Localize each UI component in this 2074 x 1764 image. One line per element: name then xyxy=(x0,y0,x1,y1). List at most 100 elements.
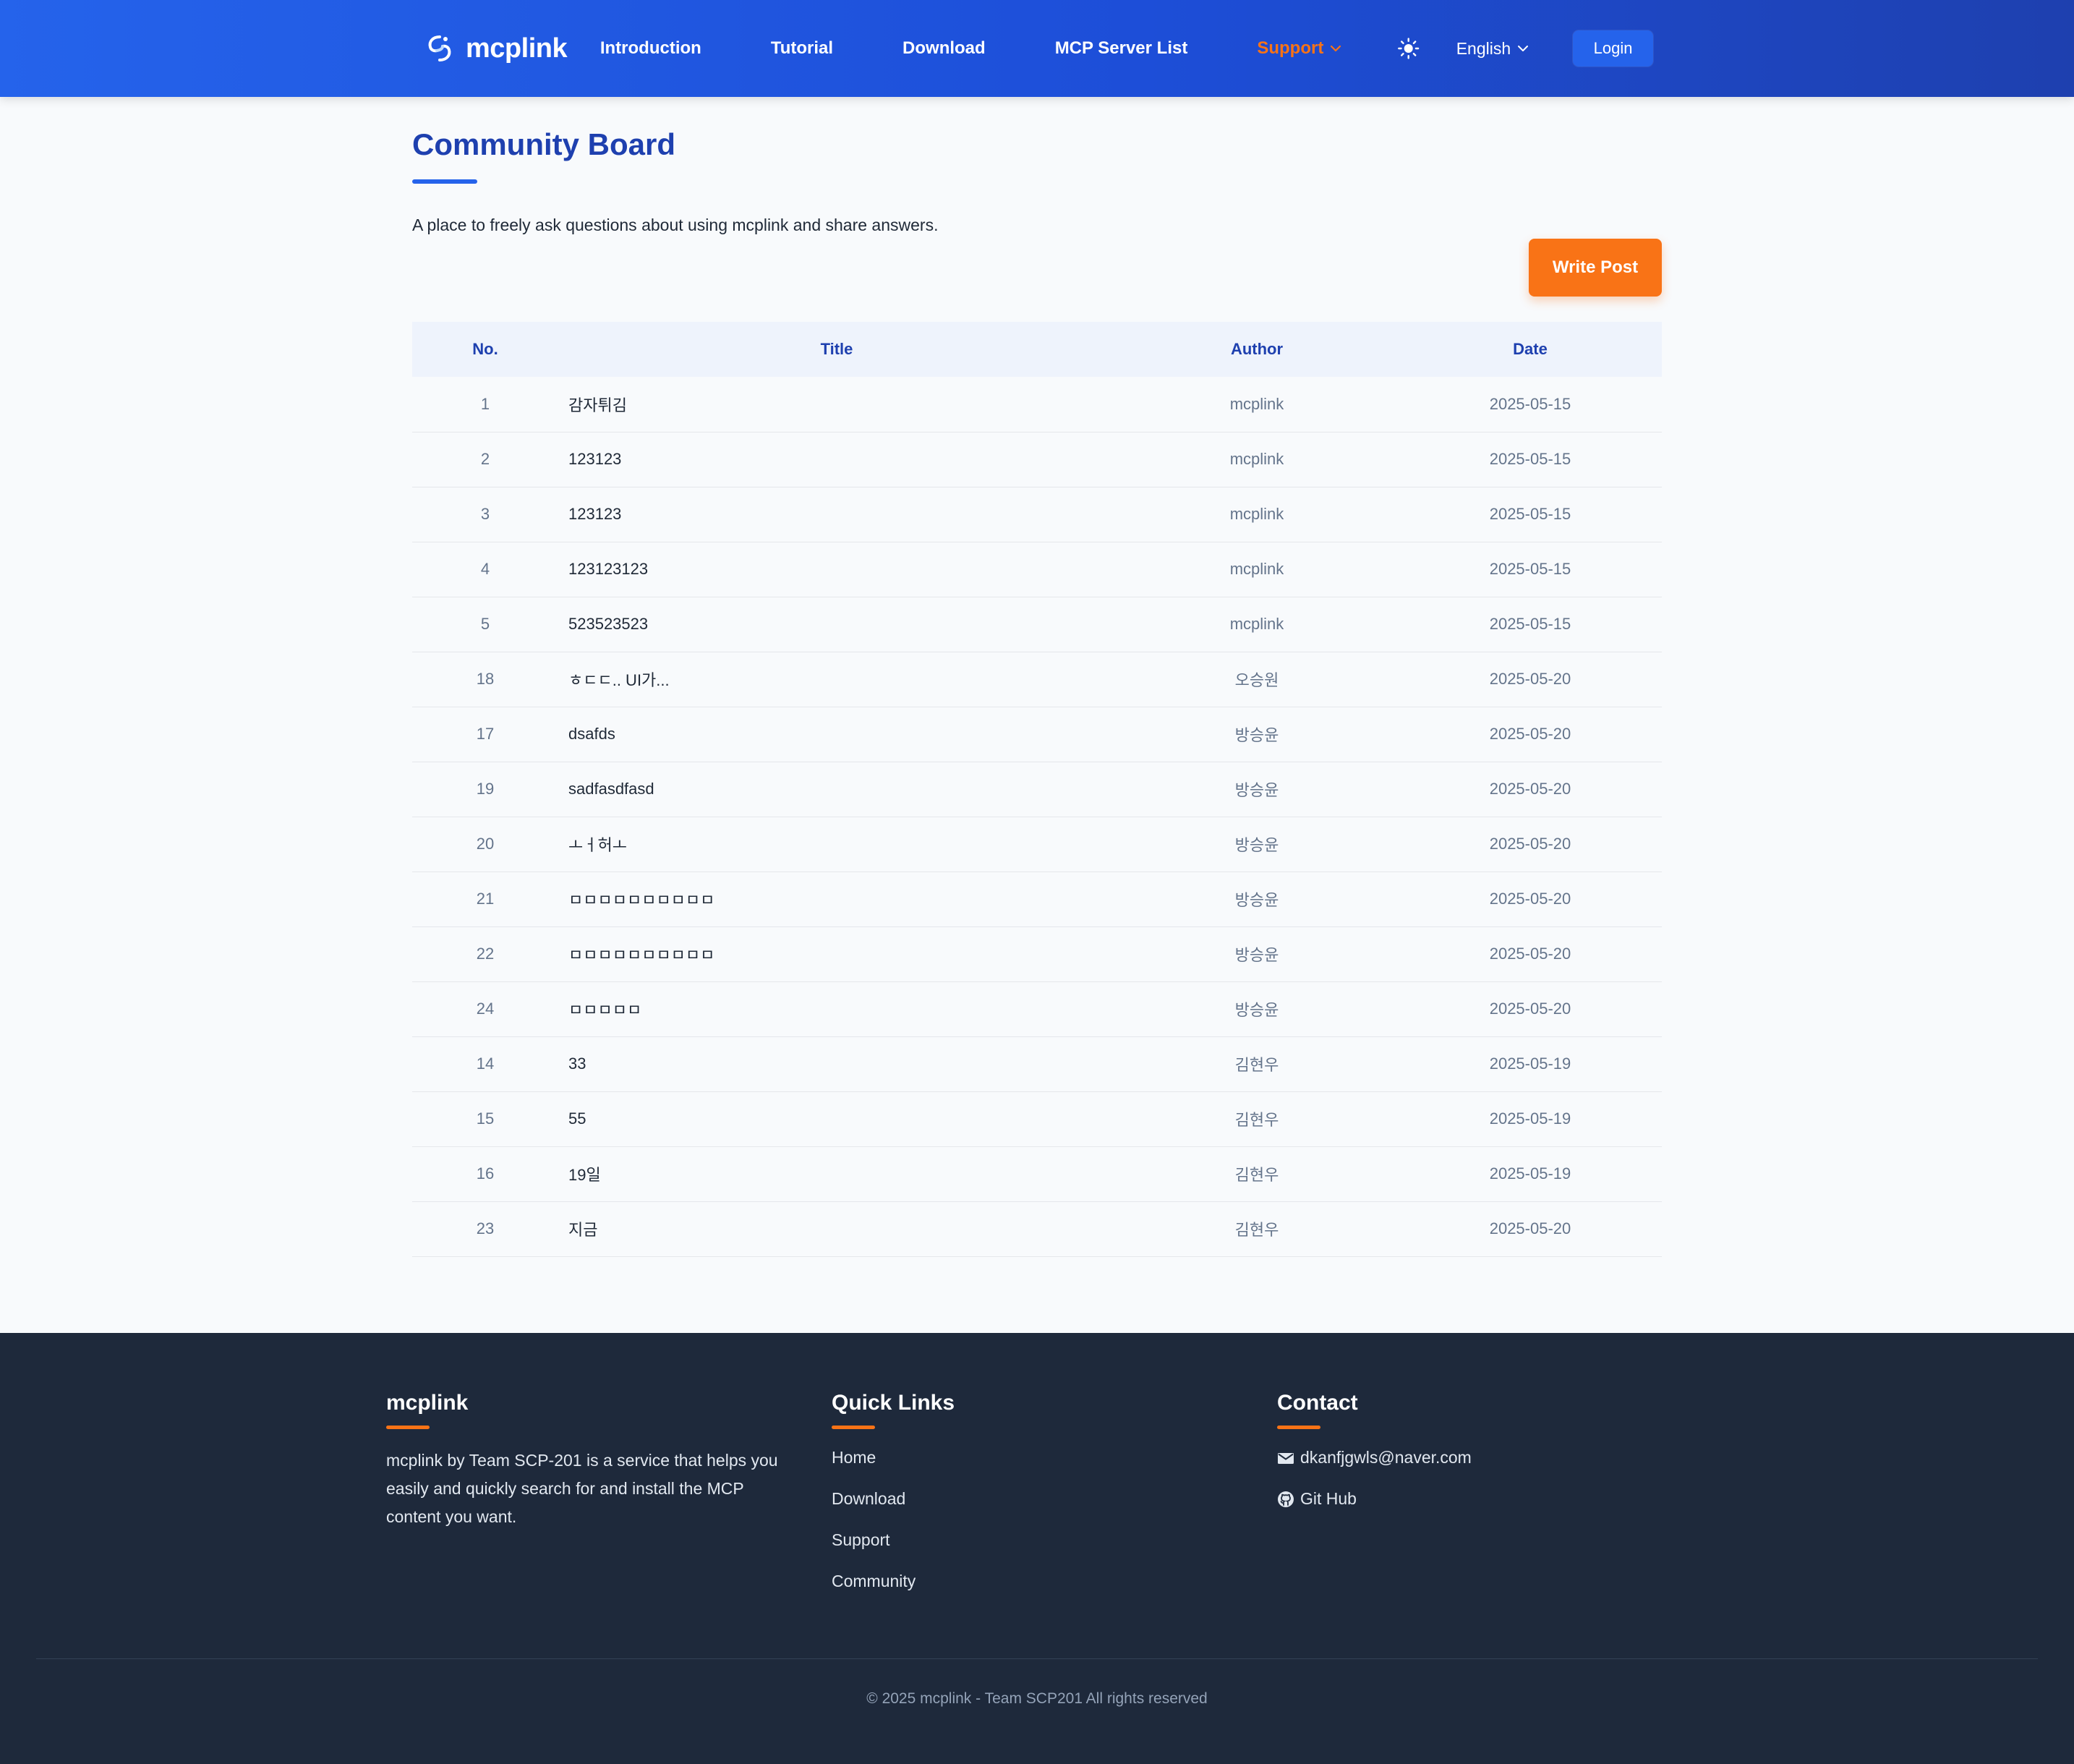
header-title: Title xyxy=(820,340,853,358)
table-row[interactable]: 22 ㅁㅁㅁㅁㅁㅁㅁㅁㅁㅁ 방승윤 2025-05-20 xyxy=(412,926,1662,981)
nav-link-tutorial[interactable]: Tutorial xyxy=(771,38,833,59)
community-board-table: No. Title Author Date 1 감자튀김 mcplink 2025-0… xyxy=(412,322,1662,1257)
row-title[interactable]: 523523523 xyxy=(558,597,1115,652)
row-no: 22 xyxy=(476,945,495,963)
row-title[interactable]: 55 xyxy=(558,1091,1115,1146)
table-row[interactable]: 3 123123 mcplink 2025-05-15 xyxy=(412,487,1662,542)
login-button[interactable]: Login xyxy=(1573,30,1653,67)
row-no: 4 xyxy=(480,560,490,578)
row-date: 2025-05-20 xyxy=(1489,1219,1571,1237)
footer-github: Git Hub xyxy=(1300,1489,1357,1508)
page-description: A place to freely ask questions about us… xyxy=(412,216,939,234)
row-date: 2025-05-20 xyxy=(1489,890,1571,908)
row-author: 방승윤 xyxy=(1234,726,1279,744)
nav-link-mcp-server-list[interactable]: MCP Server List xyxy=(1055,38,1188,59)
table-row[interactable]: 14 33 김현우 2025-05-19 xyxy=(412,1036,1662,1091)
row-title[interactable]: 19일 xyxy=(558,1146,1115,1201)
table-row[interactable]: 23 지금 김현우 2025-05-20 xyxy=(412,1201,1662,1256)
row-date: 2025-05-20 xyxy=(1489,780,1571,798)
row-author: 방승윤 xyxy=(1234,946,1279,964)
table-row[interactable]: 24 ㅁㅁㅁㅁㅁ 방승윤 2025-05-20 xyxy=(412,981,1662,1036)
footer-about-text: mcplink by Team SCP-201 is a service tha… xyxy=(386,1451,778,1526)
table-row[interactable]: 5 523523523 mcplink 2025-05-15 xyxy=(412,597,1662,652)
table-row[interactable]: 18 ㅎㄷㄷ.. UI가... 오승원 2025-05-20 xyxy=(412,652,1662,707)
row-no: 21 xyxy=(476,890,495,908)
row-title[interactable]: ㅗㅓ허ㅗ xyxy=(558,817,1115,872)
footer-link-support[interactable]: Support xyxy=(832,1530,955,1572)
mcplink-logo-icon xyxy=(428,35,451,61)
footer-email: dkanfjgwls@naver.com xyxy=(1300,1448,1472,1467)
footer-divider xyxy=(36,1658,2038,1659)
navbar-inner: mcplink Introduction Tutorial Download M… xyxy=(424,0,1653,97)
chevron-down-icon xyxy=(1518,46,1529,51)
row-title[interactable]: ㅎㄷㄷ.. UI가... xyxy=(558,652,1115,707)
github-icon xyxy=(1278,1491,1294,1507)
table-row[interactable]: 2 123123 mcplink 2025-05-15 xyxy=(412,432,1662,487)
sun-icon[interactable] xyxy=(1397,36,1420,61)
row-author: 오승원 xyxy=(1234,671,1279,689)
page-title: Community Board xyxy=(412,127,676,161)
table-row[interactable]: 19 sadfasdfasd 방승윤 2025-05-20 xyxy=(412,762,1662,817)
header-no: No. xyxy=(472,340,498,358)
row-title[interactable]: dsafds xyxy=(558,707,1115,762)
language-selector[interactable]: English xyxy=(1456,39,1529,59)
row-no: 19 xyxy=(476,780,495,798)
title-underline xyxy=(412,179,477,184)
footer-email-link[interactable]: dkanfjgwls@naver.com xyxy=(1277,1448,1472,1489)
table-row[interactable]: 1 감자튀김 mcplink 2025-05-15 xyxy=(412,377,1662,432)
row-title[interactable]: 123123123 xyxy=(558,542,1115,597)
row-title[interactable]: 33 xyxy=(558,1036,1115,1091)
row-author: 김현우 xyxy=(1234,1166,1279,1184)
row-author: 김현우 xyxy=(1234,1221,1279,1239)
row-author: mcplink xyxy=(1229,560,1284,578)
row-author: 방승윤 xyxy=(1234,781,1279,799)
brand-name: mcplink xyxy=(466,33,568,64)
footer-github-link[interactable]: Git Hub xyxy=(1277,1489,1472,1530)
footer-about-title: mcplink xyxy=(386,1391,469,1415)
table-body: 1 감자튀김 mcplink 2025-05-15 2 123123 mcplink 202… xyxy=(412,377,1662,1256)
row-date: 2025-05-19 xyxy=(1489,1109,1571,1128)
row-date: 2025-05-19 xyxy=(1489,1164,1571,1183)
row-no: 16 xyxy=(476,1164,495,1183)
row-date: 2025-05-15 xyxy=(1489,394,1571,413)
row-title[interactable]: ㅁㅁㅁㅁㅁㅁㅁㅁㅁㅁ xyxy=(558,872,1115,926)
footer-link-community[interactable]: Community xyxy=(832,1572,955,1613)
row-no: 24 xyxy=(476,1000,495,1018)
footer-link-download[interactable]: Download xyxy=(832,1489,955,1530)
row-title[interactable]: ㅁㅁㅁㅁㅁ xyxy=(558,981,1115,1036)
row-title[interactable]: 123123 xyxy=(558,487,1115,542)
table-row[interactable]: 17 dsafds 방승윤 2025-05-20 xyxy=(412,707,1662,762)
row-author: mcplink xyxy=(1229,450,1284,468)
row-title[interactable]: 지금 xyxy=(558,1201,1115,1256)
table-row[interactable]: 16 19일 김현우 2025-05-19 xyxy=(412,1146,1662,1201)
top-navbar: mcplink Introduction Tutorial Download M… xyxy=(0,0,2074,97)
table-row[interactable]: 15 55 김현우 2025-05-19 xyxy=(412,1091,1662,1146)
row-title[interactable]: 123123 xyxy=(558,432,1115,487)
nav-link-introduction[interactable]: Introduction xyxy=(600,38,701,59)
copyright-text: © 2025 mcplink - Team SCP201 All rights … xyxy=(866,1690,1208,1707)
envelope-icon xyxy=(1278,1453,1294,1464)
table-row[interactable]: 4 123123123 mcplink 2025-05-15 xyxy=(412,542,1662,597)
row-title[interactable]: 감자튀김 xyxy=(558,377,1115,432)
nav-support-dropdown[interactable]: Support xyxy=(1257,38,1342,59)
nav-link-download[interactable]: Download xyxy=(902,38,986,59)
row-author: mcplink xyxy=(1229,615,1284,633)
row-date: 2025-05-20 xyxy=(1489,835,1571,853)
row-date: 2025-05-20 xyxy=(1489,670,1571,688)
row-date: 2025-05-15 xyxy=(1489,505,1571,523)
table-row[interactable]: 21 ㅁㅁㅁㅁㅁㅁㅁㅁㅁㅁ 방승윤 2025-05-20 xyxy=(412,872,1662,926)
row-title[interactable]: ㅁㅁㅁㅁㅁㅁㅁㅁㅁㅁ xyxy=(558,926,1115,981)
write-post-button[interactable]: Write Post xyxy=(1529,239,1662,297)
row-author: mcplink xyxy=(1229,394,1284,413)
footer-link-home[interactable]: Home xyxy=(832,1448,955,1489)
footer-contact: Contact dkanfjgwls@naver.com Git Hub xyxy=(1277,1391,1472,1530)
brand-link[interactable]: mcplink xyxy=(424,33,600,64)
row-no: 23 xyxy=(476,1219,495,1237)
row-date: 2025-05-15 xyxy=(1489,560,1571,578)
footer-about-underline xyxy=(386,1426,430,1429)
row-title[interactable]: sadfasdfasd xyxy=(558,762,1115,817)
row-no: 14 xyxy=(476,1054,495,1073)
table-row[interactable]: 20 ㅗㅓ허ㅗ 방승윤 2025-05-20 xyxy=(412,817,1662,872)
row-author: 방승윤 xyxy=(1234,836,1279,854)
site-footer: mcplink mcplink by Team SCP-201 is a ser… xyxy=(0,1333,2074,1764)
